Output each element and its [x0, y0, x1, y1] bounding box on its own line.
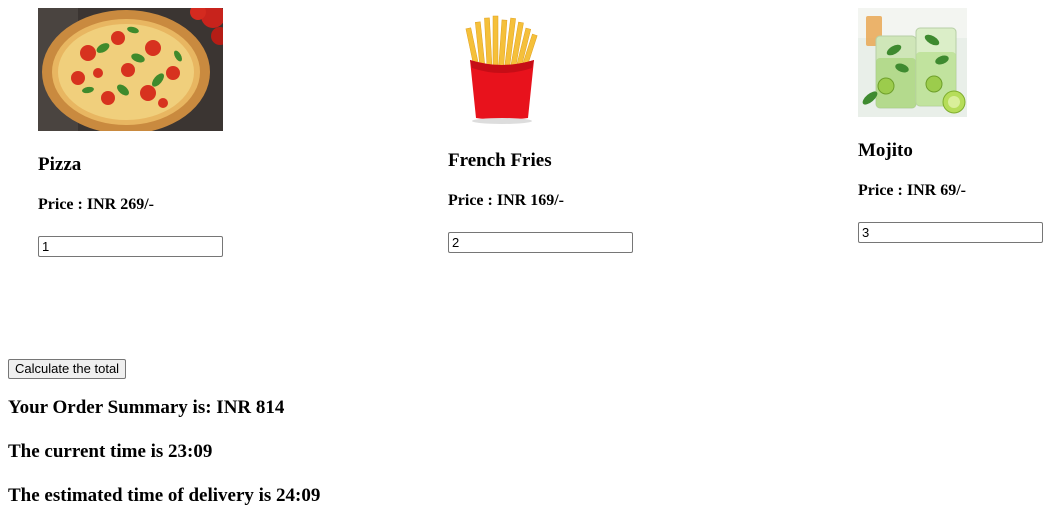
item-name: Pizza	[38, 154, 82, 175]
french-fries-image	[448, 8, 557, 126]
item-price: Price : INR 69/-	[858, 182, 966, 199]
menu-item-mojito: Mojito Price : INR 69/-	[858, 8, 1043, 268]
item-name: French Fries	[448, 150, 552, 171]
french-fries-quantity-input[interactable]	[448, 232, 633, 253]
calculate-total-button[interactable]: Calculate the total	[8, 359, 127, 379]
item-price: Price : INR 269/-	[38, 196, 154, 213]
menu-item-pizza: Pizza Price : INR 269/-	[38, 8, 223, 268]
pizza-image	[38, 8, 223, 131]
pizza-quantity-input[interactable]	[38, 236, 223, 257]
menu-item-french-fries: French Fries Price : INR 169/-	[448, 8, 633, 268]
order-summary: Your Order Summary is: INR 814	[8, 397, 285, 418]
mojito-image	[858, 8, 967, 117]
delivery-time: The estimated time of delivery is 24:09	[8, 485, 321, 506]
mojito-quantity-input[interactable]	[858, 222, 1043, 243]
current-time: The current time is 23:09	[8, 441, 213, 462]
item-name: Mojito	[858, 140, 913, 161]
item-price: Price : INR 169/-	[448, 192, 564, 209]
